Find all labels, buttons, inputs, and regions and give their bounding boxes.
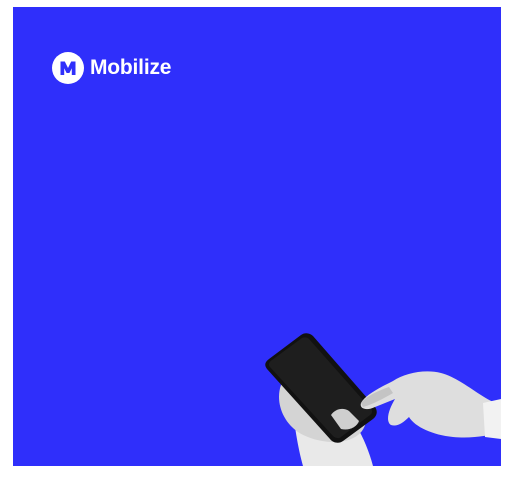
ad-banner: Mobilize <box>13 7 501 466</box>
hands-holding-phone-photo <box>265 333 501 466</box>
right-sleeve-shape <box>483 399 501 439</box>
right-hand-shape <box>360 371 501 438</box>
